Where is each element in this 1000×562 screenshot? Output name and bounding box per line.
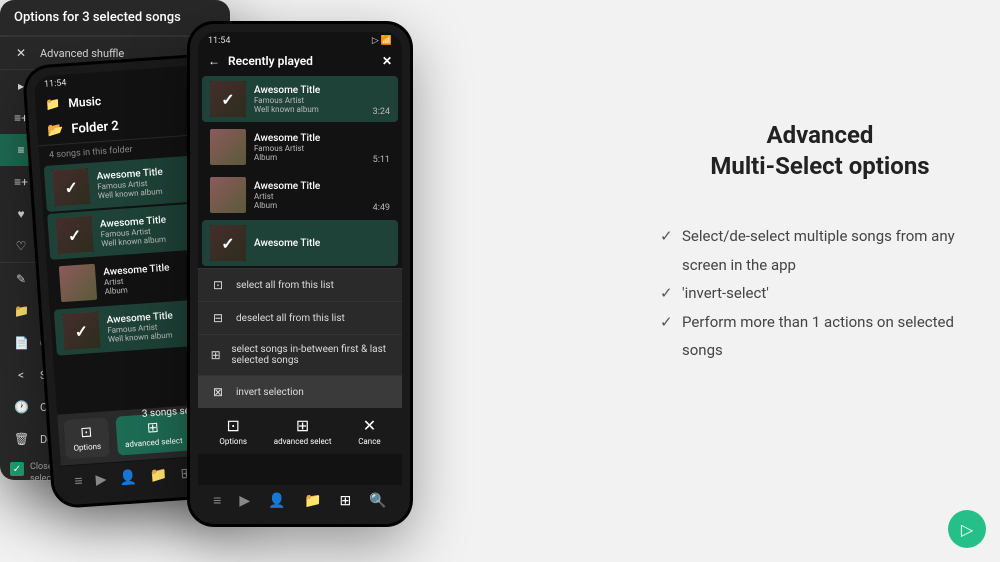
nav-list-icon[interactable]: ≡ [74,472,83,490]
menu-item-label: select songs in-between first & last sel… [231,344,390,366]
nav-library-icon[interactable]: ⊞ [340,493,352,509]
status-time: 11:54 [44,78,67,90]
bottom-nav: ≡ ▶ 👤 📁 ⊞ 🔍 [198,485,402,516]
select-menu-item[interactable]: ⊟ deselect all from this list [198,301,402,334]
song-artist: Famous Artist [254,96,365,105]
song-row[interactable]: Awesome TitleFamous ArtistWell known alb… [202,76,398,122]
phone-center: 11:54 ▷📶 ← Recently played ✕ Awesome Tit… [190,24,410,524]
cancel-button[interactable]: ✕Cance [358,416,380,446]
option-icon: ≡+ [14,111,28,125]
menu-item-icon: ⊟ [210,311,226,325]
song-duration: 5:11 [373,155,390,165]
folder-name: Folder 2 [71,119,119,137]
song-row[interactable]: Awesome TitleArtistAlbum 4:49 [202,172,398,218]
advanced-select-menu: ⊡ select all from this list ⊟ deselect all … [198,268,402,408]
song-album: Well known album [254,105,365,114]
album-art [210,81,246,117]
album-art [210,225,246,261]
marketing-bullet: Select/de-select multiple songs from any… [660,222,980,279]
nav-folder-icon[interactable]: 📁 [304,493,321,509]
menu-item-icon: ⊞ [210,348,221,362]
option-icon: ≡+ [14,175,28,189]
menu-item-label: deselect all from this list [236,313,345,324]
option-icon: ♥ [14,207,28,221]
back-icon[interactable]: ← [208,54,220,68]
nav-list-icon[interactable]: ≡ [213,492,221,509]
album-art [62,312,100,350]
shuffle-icon[interactable]: ✕ [382,54,392,68]
menu-item-icon: ⊡ [210,278,226,292]
marketing-bullets: Select/de-select multiple songs from any… [660,222,980,365]
screen-header: ← Recently played ✕ [198,48,402,74]
song-title: Awesome Title [254,181,365,192]
folder-icon: 📁 [45,97,61,112]
album-art [210,129,246,165]
header-title: Recently played [228,54,313,68]
song-row[interactable]: Awesome TitleFamous ArtistAlbum 5:11 [202,124,398,170]
album-art [52,168,90,206]
option-icon: 📄 [14,336,28,350]
menu-item-icon: ⊠ [210,385,226,399]
marketing-bullet: Perform more than 1 actions on selected … [660,308,980,365]
marketing-copy: AdvancedMulti-Select options Select/de-s… [660,120,980,365]
song-album: Album [254,153,365,162]
nav-search-icon[interactable]: 🔍 [369,493,386,509]
song-row[interactable]: Awesome Title [202,220,398,266]
option-icon: ✕ [14,46,28,60]
option-label: Advanced shuffle [40,47,124,60]
options-button[interactable]: ⊡Options [64,417,110,459]
option-icon: 🗑 [14,432,28,446]
action-bar: ⊡Options ⊞advanced select ✕Cance [198,408,402,454]
song-title: Awesome Title [254,85,365,96]
song-artist: Famous Artist [254,144,365,153]
album-art [210,177,246,213]
options-button[interactable]: ⊡Options [219,416,247,446]
song-album: Album [254,201,365,210]
marketing-title: AdvancedMulti-Select options [660,120,980,182]
advanced-select-button[interactable]: ⊞advanced select [274,416,332,446]
checkbox-icon: ✓ [10,462,24,476]
option-icon: ♡ [14,239,28,253]
option-icon: ✎ [14,272,28,286]
folder-outline-icon: 📂 [47,123,64,139]
nav-user-icon[interactable]: 👤 [268,493,285,509]
album-art [55,216,93,254]
option-icon: 🕐 [14,400,28,414]
menu-item-label: select all from this list [236,280,334,291]
select-menu-item[interactable]: ⊠ invert selection [198,375,402,408]
status-icon: ▷ [372,36,379,46]
nav-user-icon[interactable]: 👤 [119,469,138,486]
brand-logo: ▷ [948,510,986,548]
header-title: Music [68,94,102,110]
option-icon: ≡ [14,143,28,157]
song-duration: 4:49 [373,203,390,213]
status-time: 11:54 [208,36,230,46]
nav-play-icon[interactable]: ▶ [95,471,107,488]
nav-play-icon[interactable]: ▶ [239,493,250,509]
song-artist: Artist [254,192,365,201]
option-icon: < [14,368,28,382]
song-duration: 3:24 [373,107,390,117]
song-title: Awesome Title [254,238,382,249]
song-title: Awesome Title [254,133,365,144]
option-icon: 📁 [14,304,28,318]
album-art [59,264,97,302]
nav-folder-icon[interactable]: 📁 [150,467,169,484]
status-bar: 11:54 ▷📶 [198,32,402,48]
select-menu-item[interactable]: ⊡ select all from this list [198,268,402,301]
select-menu-item[interactable]: ⊞ select songs in-between first & last se… [198,334,402,375]
menu-item-label: invert selection [236,387,304,398]
marketing-bullet: 'invert-select' [660,279,980,308]
